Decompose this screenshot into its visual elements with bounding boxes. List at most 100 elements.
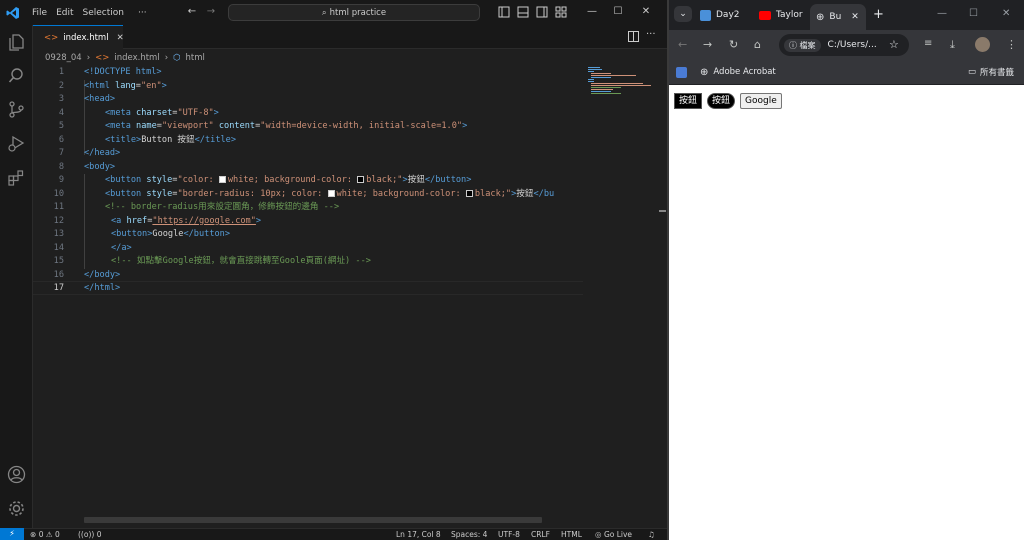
code-comment: <!-- border-radius用來設定圓角，修飾按鈕的邊角 --> [105,202,340,212]
html-file-icon: <> [44,32,59,43]
close-tab-icon[interactable]: ✕ [851,12,859,22]
broadcast-icon: ◎ [595,530,602,539]
line-number: 1 [58,67,64,77]
code-token: </title> [194,134,237,145]
customize-layout-icon[interactable] [555,6,567,18]
code-token: black;" [366,175,403,185]
chrome-tab-active[interactable]: ⊕ Bu ✕ [810,4,866,30]
new-tab-icon[interactable]: + [873,7,884,22]
editor-tab-bar [33,25,668,49]
menu-selection[interactable]: Selection [83,8,124,18]
menu-file[interactable]: File [32,8,47,18]
account-icon[interactable] [7,465,26,484]
chrome-maximize-icon[interactable]: ☐ [969,8,978,19]
end-of-line[interactable]: CRLF [531,529,550,540]
code-link[interactable]: "https://google.com" [152,216,255,226]
profile-avatar[interactable] [975,37,990,52]
ports-indicator[interactable]: ((o)) 0 [78,529,101,540]
code-token: <button> [111,229,153,239]
code-token: <html [84,80,116,91]
color-swatch-black[interactable] [357,176,365,183]
line-number: 15 [53,256,64,266]
code-token: <!DOCTYPE html> [84,67,162,77]
toggle-panel-icon[interactable] [517,6,529,18]
nav-back-icon[interactable]: ← [186,6,198,18]
cursor-position[interactable]: Ln 17, Col 8 [396,529,441,540]
vertical-scrollbar[interactable] [657,66,666,516]
page-button-google[interactable]: Google [740,93,782,109]
page-button-black[interactable]: 按鈕 [674,93,703,109]
tab-label: index.html [63,32,109,43]
breadcrumb-folder[interactable]: 0928_04 [45,53,82,63]
chrome-tab-label: Bu [829,12,842,22]
color-swatch-white[interactable] [218,176,226,183]
code-token: <title> [105,134,142,145]
chrome-tab[interactable]: Day2 [700,4,755,26]
menu-more[interactable]: ··· [138,8,147,18]
tab-index-html[interactable]: <> index.html ✕ [33,25,124,49]
encoding[interactable]: UTF-8 [498,529,520,540]
code-token: </button> [183,229,231,239]
reload-icon[interactable]: ↻ [729,38,738,51]
maximize-icon[interactable]: ☐ [612,6,624,18]
indentation[interactable]: Spaces: 4 [451,529,487,540]
settings-gear-icon[interactable] [7,499,26,518]
nav-forward-icon[interactable]: → [205,6,217,18]
line-number: 5 [58,121,64,131]
forward-arrow-icon[interactable]: → [703,38,712,51]
translate-icon[interactable] [676,66,687,78]
chrome-close-icon[interactable]: ✕ [1002,8,1010,19]
element-icon: ⬡ [173,53,181,63]
file-chip[interactable]: ⓘ 檔案 [784,38,821,52]
language-mode[interactable]: HTML [561,529,582,540]
extensions-icon[interactable] [7,168,26,187]
scrollbar-cursor-marker [659,210,666,212]
all-bookmarks[interactable]: ▭ 所有書籤 [968,66,1014,78]
bookmark-star-icon[interactable]: ☆ [889,38,899,51]
color-swatch-white[interactable] [327,189,335,197]
code-token: <head> [84,94,116,104]
chrome-tab[interactable]: Taylor [759,4,809,26]
explorer-icon[interactable] [7,33,26,52]
code-token: </button> [424,175,472,185]
menu-edit[interactable]: Edit [56,8,73,18]
command-center-search[interactable]: ⌕ html practice [228,4,480,21]
breadcrumb: 0928_04 › <> index.html › ⬡ html [45,51,205,65]
editor-more-actions-icon[interactable]: ··· [646,29,656,40]
chrome-minimize-icon[interactable]: — [937,8,947,19]
minimap[interactable] [585,66,657,96]
indent-guide [84,174,85,269]
home-icon[interactable]: ⌂ [754,38,761,51]
split-editor-icon[interactable] [628,31,639,42]
toggle-primary-sidebar-icon[interactable] [498,6,510,18]
remote-indicator-icon[interactable]: ⚡ [0,528,24,540]
tab-search-icon[interactable]: ⌄ [674,6,692,22]
horizontal-scrollbar[interactable] [84,517,542,523]
breadcrumb-file[interactable]: index.html [114,53,159,63]
page-button-rounded[interactable]: 按鈕 [707,93,736,109]
run-debug-icon[interactable] [7,134,26,153]
color-swatch-black[interactable] [465,189,473,197]
breadcrumb-element[interactable]: html [186,53,205,63]
line-number: 4 [58,107,64,118]
code-token: </a> [111,242,132,253]
notifications-bell-icon[interactable]: ♫ [648,529,655,540]
bookmark-item[interactable]: ⊕ Adobe Acrobat [700,67,776,78]
close-tab-icon[interactable]: ✕ [117,33,124,43]
code-line: </html> [84,282,120,296]
go-live-button[interactable]: ◎ Go Live [595,529,632,540]
source-control-icon[interactable] [7,100,26,119]
minimize-icon[interactable]: — [586,6,598,18]
chrome-menu-icon[interactable]: ⋮ [1006,38,1017,51]
info-icon: ⓘ [789,40,797,50]
code-token: > [213,107,219,118]
reading-list-icon[interactable]: ≡ [924,38,932,49]
close-window-icon[interactable]: ✕ [640,6,652,18]
toggle-secondary-sidebar-icon[interactable] [536,6,548,18]
errors-warnings-indicator[interactable]: ⊗ 0 ⚠ 0 [30,529,60,540]
code-token: Button 按鈕 [141,134,195,145]
search-view-icon[interactable] [7,66,26,85]
back-arrow-icon[interactable]: ← [678,38,687,51]
download-icon[interactable]: ⤓ [950,38,955,52]
line-number: 17 [53,283,64,293]
